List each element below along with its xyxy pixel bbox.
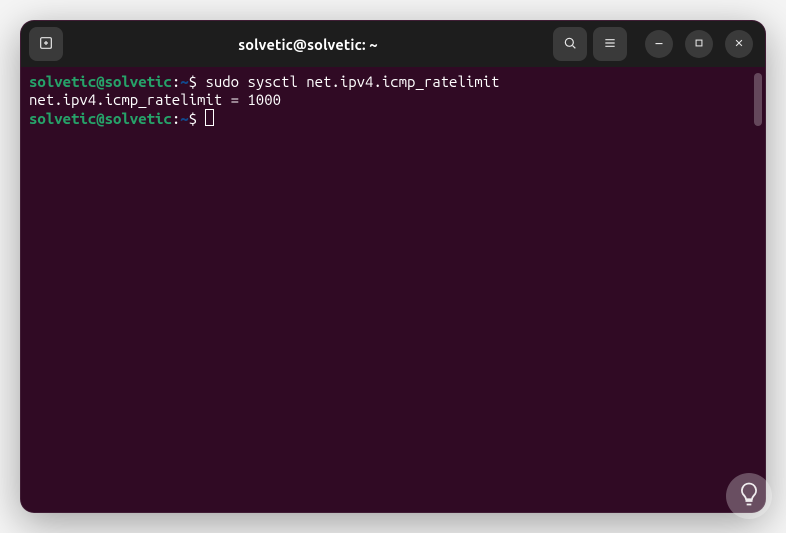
titlebar: solvetic@solvetic: ~ — [21, 21, 765, 67]
window-controls — [645, 30, 753, 58]
prompt-sep: : — [172, 73, 180, 90]
terminal-line: solvetic@solvetic:~$ sudo sysctl net.ipv… — [29, 73, 759, 91]
search-icon — [562, 35, 578, 54]
close-icon — [732, 36, 746, 53]
new-tab-icon — [38, 35, 54, 54]
bulb-icon — [735, 480, 763, 512]
scrollbar-thumb[interactable] — [754, 73, 762, 126]
prompt-sym: $ — [189, 73, 206, 90]
terminal-line: solvetic@solvetic:~$ — [29, 109, 759, 128]
prompt-user: solvetic@solvetic — [29, 73, 172, 90]
minimize-button[interactable] — [645, 30, 673, 58]
prompt-path: ~ — [180, 110, 188, 127]
prompt-user: solvetic@solvetic — [29, 110, 172, 127]
maximize-icon — [692, 36, 706, 53]
watermark-badge — [726, 473, 772, 519]
terminal-window: solvetic@solvetic: ~ — [20, 20, 766, 513]
terminal-line: net.ipv4.icmp_ratelimit = 1000 — [29, 91, 759, 109]
minimize-icon — [652, 36, 666, 53]
prompt-sym: $ — [189, 110, 206, 127]
hamburger-icon — [602, 35, 618, 54]
close-button[interactable] — [725, 30, 753, 58]
window-title: solvetic@solvetic: ~ — [238, 36, 378, 53]
search-button[interactable] — [553, 27, 587, 61]
terminal-body[interactable]: solvetic@solvetic:~$ sudo sysctl net.ipv… — [21, 67, 765, 512]
prompt-path: ~ — [180, 73, 188, 90]
menu-button[interactable] — [593, 27, 627, 61]
output-text: net.ipv4.icmp_ratelimit = 1000 — [29, 91, 281, 108]
maximize-button[interactable] — [685, 30, 713, 58]
new-tab-button[interactable] — [29, 27, 63, 61]
command-text: sudo sysctl net.ipv4.icmp_ratelimit — [205, 73, 499, 90]
prompt-sep: : — [172, 110, 180, 127]
cursor — [205, 109, 214, 126]
